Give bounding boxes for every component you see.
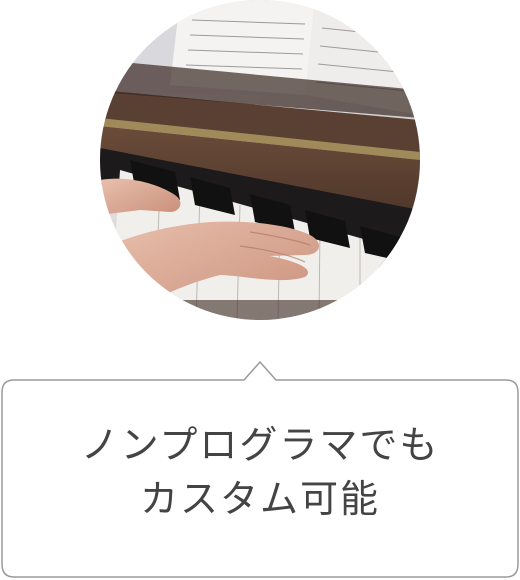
caption-line-1: ノンプログラマでも [80,423,440,467]
caption-text: ノンプログラマでも カスタム可能 [0,418,520,526]
caption-line-2: カスタム可能 [139,477,380,521]
piano-photo [100,0,420,320]
